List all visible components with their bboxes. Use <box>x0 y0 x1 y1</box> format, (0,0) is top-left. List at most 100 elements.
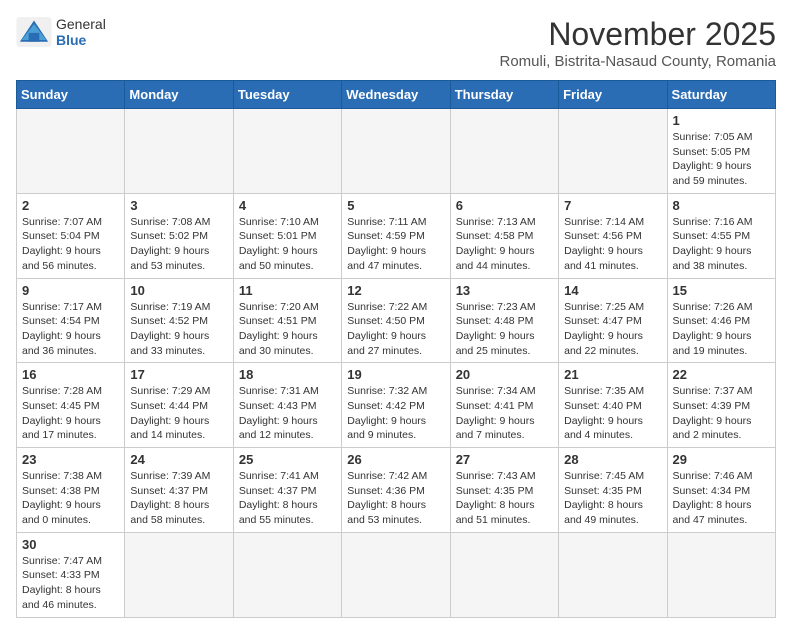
day-cell: 11Sunrise: 7:20 AM Sunset: 4:51 PM Dayli… <box>233 278 341 363</box>
day-info: Sunrise: 7:07 AM Sunset: 5:04 PM Dayligh… <box>22 215 119 274</box>
day-cell: 16 Sunrise: 7:28 AM Sunset: 4:45 PM Dayli… <box>17 363 125 448</box>
day-info: Sunrise: 7:42 AM Sunset: 4:36 PM Dayligh… <box>347 469 444 528</box>
day-number: 21 <box>564 367 661 382</box>
day-info: Sunrise: 7:34 AM Sunset: 4:41 PM Dayligh… <box>456 384 553 443</box>
day-number: 7 <box>564 198 661 213</box>
day-number: 26 <box>347 452 444 467</box>
logo-text: General Blue <box>56 16 106 48</box>
day-info: Sunrise: 7:32 AM Sunset: 4:42 PM Dayligh… <box>347 384 444 443</box>
day-cell: 5Sunrise: 7:11 AM Sunset: 4:59 PM Daylig… <box>342 193 450 278</box>
day-info: Sunrise: 7:17 AM Sunset: 4:54 PM Dayligh… <box>22 300 119 359</box>
day-cell <box>559 532 667 617</box>
day-cell: 22 Sunrise: 7:37 AM Sunset: 4:39 PM Dayli… <box>667 363 775 448</box>
day-number: 22 <box>673 367 770 382</box>
day-cell: 12Sunrise: 7:22 AM Sunset: 4:50 PM Dayli… <box>342 278 450 363</box>
day-info: Sunrise: 7:35 AM Sunset: 4:40 PM Dayligh… <box>564 384 661 443</box>
day-info: Sunrise: 7:46 AM Sunset: 4:34 PM Dayligh… <box>673 469 770 528</box>
day-info: Sunrise: 7:38 AM Sunset: 4:38 PM Dayligh… <box>22 469 119 528</box>
day-number: 28 <box>564 452 661 467</box>
day-cell: 13 Sunrise: 7:23 AM Sunset: 4:48 PM Dayli… <box>450 278 558 363</box>
day-number: 1 <box>673 113 770 128</box>
logo: General Blue <box>16 16 106 48</box>
month-title: November 2025 <box>500 16 777 53</box>
day-info: Sunrise: 7:19 AM Sunset: 4:52 PM Dayligh… <box>130 300 227 359</box>
day-info: Sunrise: 7:41 AM Sunset: 4:37 PM Dayligh… <box>239 469 336 528</box>
day-number: 29 <box>673 452 770 467</box>
day-number: 9 <box>22 283 119 298</box>
calendar: SundayMondayTuesdayWednesdayThursdayFrid… <box>16 80 776 618</box>
day-number: 15 <box>673 283 770 298</box>
day-cell: 17 Sunrise: 7:29 AM Sunset: 4:44 PM Dayli… <box>125 363 233 448</box>
day-info: Sunrise: 7:39 AM Sunset: 4:37 PM Dayligh… <box>130 469 227 528</box>
day-info: Sunrise: 7:28 AM Sunset: 4:45 PM Dayligh… <box>22 384 119 443</box>
day-info: Sunrise: 7:26 AM Sunset: 4:46 PM Dayligh… <box>673 300 770 359</box>
day-info: Sunrise: 7:47 AM Sunset: 4:33 PM Dayligh… <box>22 554 119 613</box>
day-number: 4 <box>239 198 336 213</box>
weekday-header-row: SundayMondayTuesdayWednesdayThursdayFrid… <box>17 81 776 109</box>
day-info: Sunrise: 7:08 AM Sunset: 5:02 PM Dayligh… <box>130 215 227 274</box>
day-cell: 7Sunrise: 7:14 AM Sunset: 4:56 PM Daylig… <box>559 193 667 278</box>
day-number: 16 <box>22 367 119 382</box>
day-cell: 28 Sunrise: 7:45 AM Sunset: 4:35 PM Dayli… <box>559 448 667 533</box>
day-cell <box>125 109 233 194</box>
day-cell <box>233 532 341 617</box>
day-cell: 23 Sunrise: 7:38 AM Sunset: 4:38 PM Dayli… <box>17 448 125 533</box>
day-number: 13 <box>456 283 553 298</box>
day-cell: 26 Sunrise: 7:42 AM Sunset: 4:36 PM Dayli… <box>342 448 450 533</box>
day-number: 23 <box>22 452 119 467</box>
weekday-header-thursday: Thursday <box>450 81 558 109</box>
day-cell <box>450 532 558 617</box>
day-cell: 29 Sunrise: 7:46 AM Sunset: 4:34 PM Dayli… <box>667 448 775 533</box>
day-number: 10 <box>130 283 227 298</box>
header: General Blue November 2025 Romuli, Bistr… <box>16 16 776 70</box>
weekday-header-wednesday: Wednesday <box>342 81 450 109</box>
week-row-4: 16 Sunrise: 7:28 AM Sunset: 4:45 PM Dayli… <box>17 363 776 448</box>
day-number: 17 <box>130 367 227 382</box>
week-row-3: 9 Sunrise: 7:17 AM Sunset: 4:54 PM Daylig… <box>17 278 776 363</box>
day-cell: 8Sunrise: 7:16 AM Sunset: 4:55 PM Daylig… <box>667 193 775 278</box>
day-cell <box>17 109 125 194</box>
day-number: 27 <box>456 452 553 467</box>
day-cell: 19 Sunrise: 7:32 AM Sunset: 4:42 PM Dayli… <box>342 363 450 448</box>
location-title: Romuli, Bistrita-Nasaud County, Romania <box>500 53 777 70</box>
day-number: 14 <box>564 283 661 298</box>
day-cell: 6 Sunrise: 7:13 AM Sunset: 4:58 PM Daylig… <box>450 193 558 278</box>
day-number: 5 <box>347 198 444 213</box>
day-cell <box>667 532 775 617</box>
day-info: Sunrise: 7:23 AM Sunset: 4:48 PM Dayligh… <box>456 300 553 359</box>
day-info: Sunrise: 7:43 AM Sunset: 4:35 PM Dayligh… <box>456 469 553 528</box>
day-cell <box>342 532 450 617</box>
day-cell: 18Sunrise: 7:31 AM Sunset: 4:43 PM Dayli… <box>233 363 341 448</box>
logo-icon <box>16 17 52 47</box>
day-cell: 15 Sunrise: 7:26 AM Sunset: 4:46 PM Dayli… <box>667 278 775 363</box>
day-cell: 1Sunrise: 7:05 AM Sunset: 5:05 PM Daylig… <box>667 109 775 194</box>
day-info: Sunrise: 7:31 AM Sunset: 4:43 PM Dayligh… <box>239 384 336 443</box>
day-number: 30 <box>22 537 119 552</box>
day-cell: 24 Sunrise: 7:39 AM Sunset: 4:37 PM Dayli… <box>125 448 233 533</box>
day-cell: 10 Sunrise: 7:19 AM Sunset: 4:52 PM Dayli… <box>125 278 233 363</box>
day-cell <box>233 109 341 194</box>
day-number: 19 <box>347 367 444 382</box>
day-cell: 2 Sunrise: 7:07 AM Sunset: 5:04 PM Daylig… <box>17 193 125 278</box>
weekday-header-monday: Monday <box>125 81 233 109</box>
day-number: 2 <box>22 198 119 213</box>
day-number: 20 <box>456 367 553 382</box>
day-number: 25 <box>239 452 336 467</box>
day-info: Sunrise: 7:13 AM Sunset: 4:58 PM Dayligh… <box>456 215 553 274</box>
day-cell <box>342 109 450 194</box>
day-info: Sunrise: 7:29 AM Sunset: 4:44 PM Dayligh… <box>130 384 227 443</box>
day-number: 6 <box>456 198 553 213</box>
day-info: Sunrise: 7:37 AM Sunset: 4:39 PM Dayligh… <box>673 384 770 443</box>
weekday-header-friday: Friday <box>559 81 667 109</box>
day-info: Sunrise: 7:22 AM Sunset: 4:50 PM Dayligh… <box>347 300 444 359</box>
week-row-2: 2 Sunrise: 7:07 AM Sunset: 5:04 PM Daylig… <box>17 193 776 278</box>
day-info: Sunrise: 7:25 AM Sunset: 4:47 PM Dayligh… <box>564 300 661 359</box>
day-cell: 30 Sunrise: 7:47 AM Sunset: 4:33 PM Dayli… <box>17 532 125 617</box>
day-info: Sunrise: 7:45 AM Sunset: 4:35 PM Dayligh… <box>564 469 661 528</box>
day-number: 3 <box>130 198 227 213</box>
day-number: 24 <box>130 452 227 467</box>
week-row-1: 1Sunrise: 7:05 AM Sunset: 5:05 PM Daylig… <box>17 109 776 194</box>
day-cell: 27 Sunrise: 7:43 AM Sunset: 4:35 PM Dayli… <box>450 448 558 533</box>
weekday-header-saturday: Saturday <box>667 81 775 109</box>
day-cell <box>450 109 558 194</box>
